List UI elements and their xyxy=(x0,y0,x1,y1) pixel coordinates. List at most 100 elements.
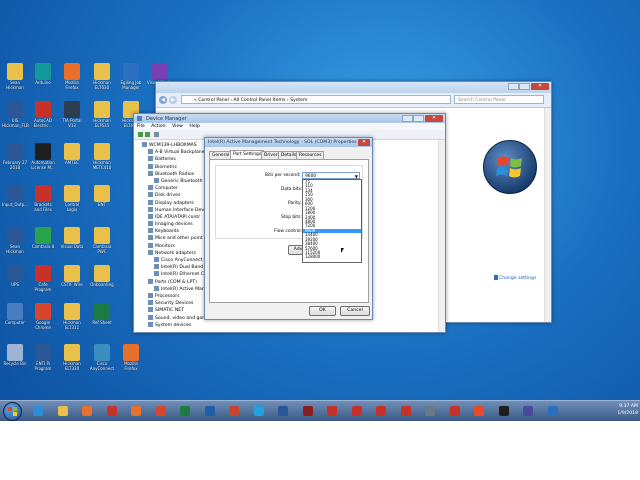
change-settings-link[interactable]: Change settings xyxy=(494,275,536,281)
search-input[interactable]: Search Control Panel xyxy=(454,95,544,104)
taskbar-word-button[interactable] xyxy=(273,403,293,419)
desktop-icon[interactable]: Arduino xyxy=(30,63,56,86)
tree-item[interactable]: Biometric xyxy=(142,163,212,171)
desktop-icon[interactable]: TIA Portal V13 xyxy=(59,101,85,128)
taskbar-firefox-button[interactable] xyxy=(126,403,146,419)
taskbar-powerpoint-button[interactable] xyxy=(224,403,244,419)
tb-properties-icon[interactable] xyxy=(154,132,159,137)
desktop-icon[interactable]: February 27 2018 xyxy=(2,143,28,170)
tree-item[interactable]: Intel(R) Ethernet C xyxy=(142,271,212,278)
desktop-icon[interactable]: ENT xyxy=(89,185,115,208)
taskbar-explorer-button[interactable] xyxy=(53,403,73,419)
minimize-button[interactable] xyxy=(508,83,519,90)
menu-help[interactable]: Help xyxy=(189,124,199,129)
taskbar-media-button[interactable] xyxy=(77,403,97,419)
tree-item[interactable]: Network adapters xyxy=(142,249,212,257)
desktop-icon[interactable]: Cafe Program xyxy=(30,265,56,292)
taskbar-chrome-button[interactable] xyxy=(151,403,171,419)
desktop-icon[interactable]: UIS Hickman_FLB xyxy=(2,101,29,128)
taskbar-skype-button[interactable] xyxy=(249,403,269,419)
desktop-icon[interactable]: Control Logix xyxy=(59,185,85,212)
desktop-icon[interactable]: Mozilla Firefox xyxy=(118,344,144,371)
desktop-icon[interactable]: Recycle Bin xyxy=(2,344,28,367)
tree-item[interactable]: Disk drives xyxy=(142,192,212,199)
tree-item[interactable]: Intel(R) Active Man xyxy=(142,285,212,293)
tree-item[interactable]: Sound, video and game controllers xyxy=(142,314,235,322)
taskbar-outlook-button[interactable] xyxy=(200,403,220,419)
taskbar-red-app-button[interactable] xyxy=(102,403,122,419)
desktop-icon[interactable]: Onboarding xyxy=(89,265,115,288)
desktop-icon[interactable]: ENTI Pi Program xyxy=(30,344,56,371)
desktop-icon[interactable]: Ref Sheet xyxy=(89,303,115,326)
taskbar-autocad-button[interactable] xyxy=(322,403,342,419)
tree-item[interactable]: Ports (COM & LPT) xyxy=(142,278,212,286)
taskbar-autocad4-button[interactable] xyxy=(396,403,416,419)
taskbar-app4-button[interactable] xyxy=(543,403,563,419)
desktop-icon[interactable]: AutoCAD Electric... xyxy=(30,101,56,128)
desktop-icon[interactable]: CSTIF Wire xyxy=(59,265,85,288)
bps-dropdown-list[interactable]: 75 110 134 150 300 600 1200 1800 2400 4800 7200 960… xyxy=(302,179,362,263)
ok-button[interactable]: OK xyxy=(309,306,336,316)
address-bar[interactable]: « Control Panel › All Control Panel Item… xyxy=(181,95,451,104)
desktop-icon[interactable]: Input_Outp... xyxy=(2,185,28,208)
tree-item[interactable]: Display adapters xyxy=(142,199,212,207)
dm-scrollbar[interactable] xyxy=(438,140,445,332)
taskbar-autocad2-button[interactable] xyxy=(347,403,367,419)
tree-item[interactable]: Batteries xyxy=(142,156,212,163)
taskbar-camtasia-button[interactable] xyxy=(469,403,489,419)
tree-item[interactable]: SIMATIC NET xyxy=(142,307,212,314)
tree-item[interactable]: Computer xyxy=(142,185,212,192)
desktop-icon[interactable]: Sean Hickman xyxy=(2,227,28,254)
menu-action[interactable]: Action xyxy=(151,124,165,129)
forward-icon[interactable]: ▶ xyxy=(169,96,177,104)
cancel-button[interactable]: Cancel xyxy=(340,306,370,316)
scrollbar[interactable] xyxy=(544,108,551,322)
taskbar-app3-button[interactable] xyxy=(518,403,538,419)
tree-item[interactable]: Bluetooth Radios xyxy=(142,170,212,178)
tree-item[interactable]: Processors xyxy=(142,292,212,300)
clock-date[interactable]: 1/9/2018 xyxy=(586,410,638,417)
taskbar-app2-button[interactable] xyxy=(494,403,514,419)
desktop-icon[interactable]: Google Chrome xyxy=(30,303,56,330)
tb-back-icon[interactable] xyxy=(138,132,143,137)
desktop-icon[interactable]: Automation License M... xyxy=(30,143,56,170)
tree-item[interactable]: Keyboards xyxy=(142,228,212,235)
maximize-button[interactable] xyxy=(519,83,530,90)
desktop-icon[interactable]: Camtasia 8 xyxy=(30,227,56,250)
menu-view[interactable]: View xyxy=(172,124,183,129)
desktop-icon[interactable]: Camtasia PWC xyxy=(89,227,115,254)
dm-minimize-button[interactable] xyxy=(402,115,413,122)
taskbar-adobe-button[interactable] xyxy=(298,403,318,419)
desktop-icon[interactable]: Hickman ELT330 xyxy=(59,344,85,371)
taskbar-tool-button[interactable] xyxy=(420,403,440,419)
desktop-icon[interactable]: Hickman ELT311 xyxy=(59,303,85,330)
desktop-icon[interactable]: Hickman ELT635 xyxy=(89,101,115,128)
desktop-icon[interactable]: Mozilla Firefox xyxy=(59,63,85,90)
dm-close-button[interactable]: ✕ xyxy=(425,115,443,122)
desktop-icon[interactable]: Hickman ELT630 xyxy=(89,63,115,90)
tree-item[interactable]: A-B Virtual Backplane xyxy=(142,149,212,156)
tree-item[interactable]: Imaging devices xyxy=(142,221,212,228)
desktop-icon[interactable]: Cisco AnyConnect xyxy=(89,344,115,371)
clock-time[interactable]: 9:37 AM xyxy=(586,403,638,410)
back-icon[interactable]: ◀ xyxy=(159,96,167,104)
desktop-icon[interactable]: Hickman METC410 xyxy=(89,143,115,170)
tree-item[interactable]: Security Devices xyxy=(142,300,212,307)
tree-item[interactable]: Intel(R) Dual Band xyxy=(142,264,212,271)
desktop-icon[interactable]: Brackets and Files xyxy=(30,185,56,212)
tree-item[interactable]: Mice and other point xyxy=(142,235,212,242)
bps-select[interactable]: 9600 ▼ xyxy=(302,172,360,179)
tree-item[interactable]: WCM139-LHBOXMAS xyxy=(142,142,212,149)
bps-option[interactable]: 128000 xyxy=(303,254,361,259)
tree-item[interactable]: Monitors xyxy=(142,242,212,250)
desktop-icon[interactable]: Egiling Job Manager xyxy=(118,63,144,90)
desktop-icon[interactable]: UPS xyxy=(2,265,28,288)
tree-item[interactable]: Cisco AnyConnect xyxy=(142,257,212,264)
start-button[interactable] xyxy=(3,402,22,421)
close-button[interactable]: ✕ xyxy=(531,83,549,90)
desktop-icon[interactable]: AMTEC xyxy=(59,143,85,166)
desktop-icon[interactable]: Computer xyxy=(2,303,28,326)
taskbar-autocad3-button[interactable] xyxy=(371,403,391,419)
tree-item[interactable]: IDE ATA/ATAPI contr xyxy=(142,213,212,221)
desktop-icon[interactable]: Sean Hickman xyxy=(2,63,28,90)
